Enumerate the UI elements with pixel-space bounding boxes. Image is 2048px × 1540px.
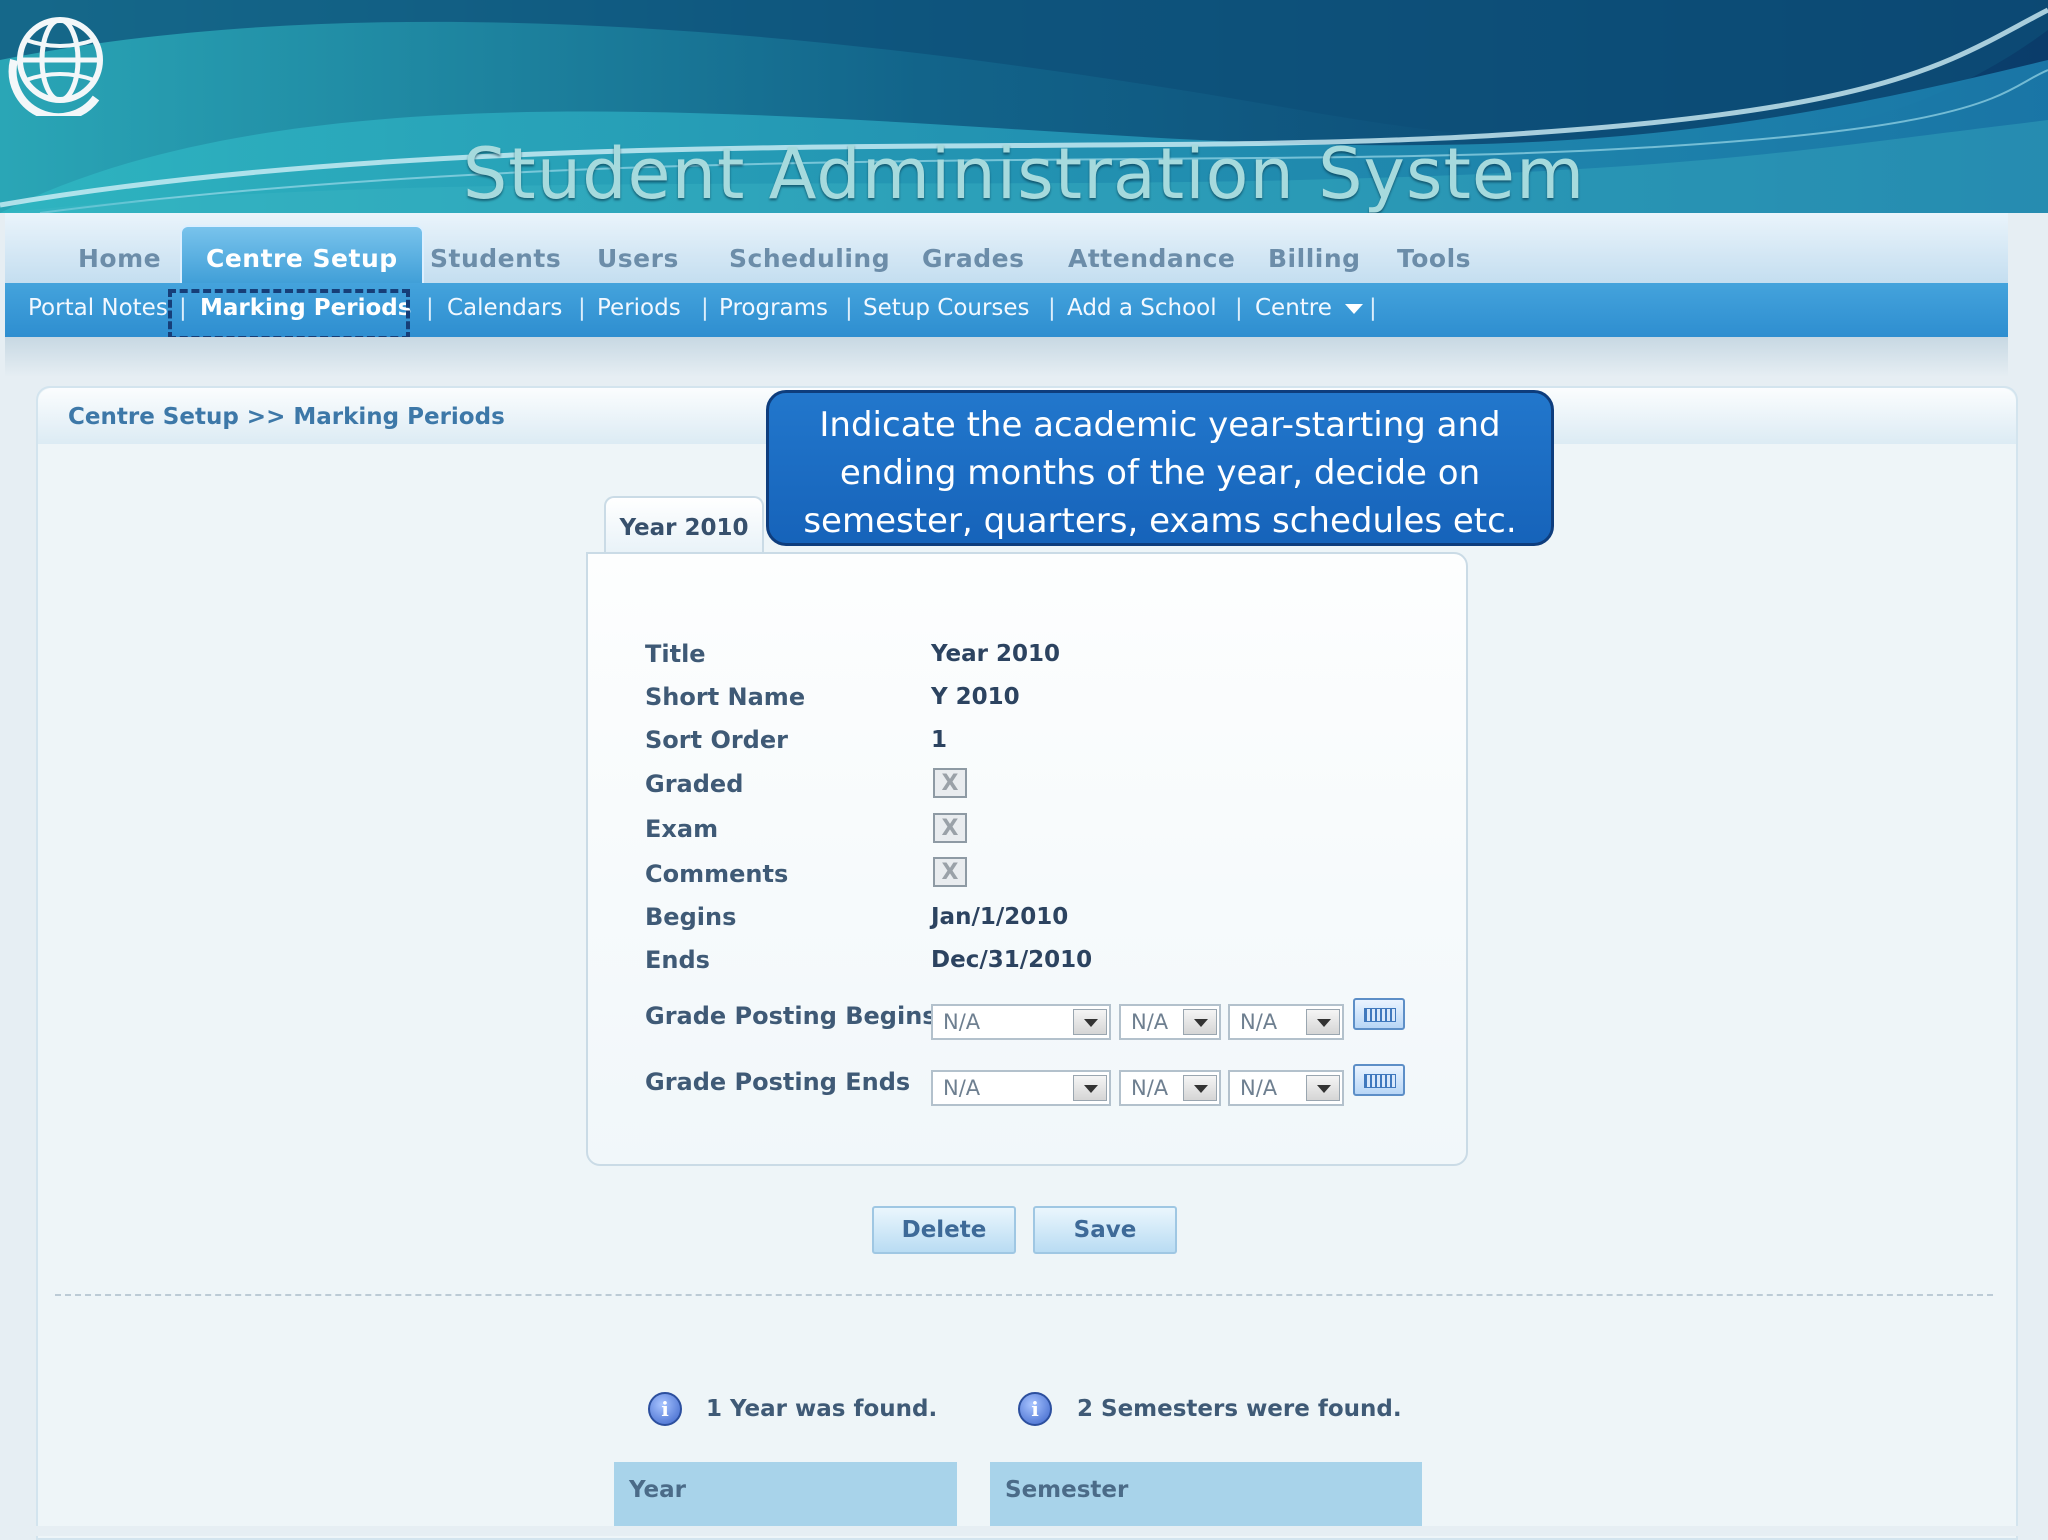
dropdown-arrow-icon	[1073, 1075, 1107, 1101]
subnav-separator: |	[578, 295, 586, 321]
grade-posting-begins-day-select[interactable]: N/A	[1119, 1004, 1221, 1040]
subnav-programs[interactable]: Programs	[719, 295, 828, 321]
semester-table-header[interactable]: Semester	[990, 1462, 1422, 1526]
tab-scheduling[interactable]: Scheduling	[729, 239, 890, 283]
subnav-separator: |	[845, 295, 853, 321]
dropdown-arrow-icon	[1183, 1075, 1217, 1101]
subnav-separator: |	[426, 295, 434, 321]
tab-billing[interactable]: Billing	[1268, 239, 1361, 283]
grade-posting-ends-day-select[interactable]: N/A	[1119, 1070, 1221, 1106]
subnav-periods[interactable]: Periods	[597, 295, 681, 321]
calendar-icon[interactable]	[1353, 1064, 1405, 1096]
begins-label: Begins	[645, 903, 737, 931]
tab-tools[interactable]: Tools	[1397, 239, 1471, 283]
tab-attendance[interactable]: Attendance	[1068, 239, 1235, 283]
title-value: Year 2010	[931, 641, 1061, 667]
grade-posting-ends-year-select[interactable]: N/A	[1228, 1070, 1344, 1106]
subnav-separator: |	[1048, 295, 1056, 321]
subnav-separator: |	[701, 295, 709, 321]
title-label: Title	[645, 640, 706, 668]
tab-centre-setup[interactable]: Centre Setup	[180, 225, 424, 285]
tab-year-2010[interactable]: Year 2010	[604, 496, 764, 554]
ends-value: Dec/31/2010	[931, 947, 1093, 973]
short-name-value: Y 2010	[931, 684, 1020, 710]
year-table-header[interactable]: Year	[614, 1462, 957, 1526]
tab-grades[interactable]: Grades	[922, 239, 1024, 283]
tab-users[interactable]: Users	[597, 239, 679, 283]
begins-value: Jan/1/2010	[931, 904, 1069, 930]
select-value: N/A	[1240, 1076, 1278, 1100]
select-value: N/A	[1131, 1076, 1169, 1100]
subnav-centre-label: Centre	[1255, 295, 1332, 321]
select-value: N/A	[1240, 1010, 1278, 1034]
exam-label: Exam	[645, 815, 719, 843]
delete-button[interactable]: Delete	[872, 1206, 1016, 1254]
subnav-separator: |	[1235, 295, 1243, 321]
select-value: N/A	[943, 1010, 981, 1034]
comments-checkbox[interactable]: X	[933, 857, 967, 887]
exam-checkbox[interactable]: X	[933, 813, 967, 843]
grade-posting-ends-month-select[interactable]: N/A	[931, 1070, 1111, 1106]
year-found-message: 1 Year was found.	[706, 1396, 938, 1422]
tab-home[interactable]: Home	[78, 239, 161, 283]
globe-logo-icon	[8, 17, 103, 116]
bottom-edge	[0, 1526, 2048, 1536]
callout-note: Indicate the academic year-starting and …	[766, 390, 1554, 546]
breadcrumb: Centre Setup >> Marking Periods	[68, 404, 505, 430]
main-nav: Home Centre Setup Students Users Schedul…	[5, 213, 2008, 285]
info-icon: i	[648, 1392, 682, 1426]
subnav-separator: |	[1369, 295, 1377, 321]
short-name-label: Short Name	[645, 683, 806, 711]
select-value: N/A	[943, 1076, 981, 1100]
app-title: Student Administration System	[462, 133, 1586, 213]
tab-students[interactable]: Students	[430, 239, 561, 283]
subnav-add-a-school[interactable]: Add a School	[1067, 295, 1217, 321]
caret-down-icon	[1345, 303, 1364, 314]
select-value: N/A	[1131, 1010, 1169, 1034]
dropdown-arrow-icon	[1306, 1075, 1340, 1101]
semesters-found-message: 2 Semesters were found.	[1077, 1396, 1402, 1422]
comments-label: Comments	[645, 860, 789, 888]
calendar-icon[interactable]	[1353, 998, 1405, 1030]
grade-posting-begins-month-select[interactable]: N/A	[931, 1004, 1111, 1040]
grade-posting-ends-label: Grade Posting Ends	[645, 1068, 911, 1096]
sort-order-label: Sort Order	[645, 726, 788, 754]
dropdown-arrow-icon	[1073, 1009, 1107, 1035]
info-icon: i	[1018, 1392, 1052, 1426]
subnav-portal-notes[interactable]: Portal Notes	[28, 295, 168, 321]
subnav-setup-courses[interactable]: Setup Courses	[863, 295, 1030, 321]
section-divider	[55, 1294, 1993, 1296]
subnav-centre-dropdown[interactable]: Centre	[1255, 295, 1364, 321]
subnav-calendars[interactable]: Calendars	[447, 295, 562, 321]
graded-checkbox[interactable]: X	[933, 768, 967, 798]
graded-label: Graded	[645, 770, 744, 798]
ends-label: Ends	[645, 946, 710, 974]
dropdown-arrow-icon	[1183, 1009, 1217, 1035]
highlight-box	[168, 289, 410, 340]
grade-posting-begins-label: Grade Posting Begins	[645, 1002, 937, 1030]
dropdown-arrow-icon	[1306, 1009, 1340, 1035]
save-button[interactable]: Save	[1033, 1206, 1177, 1254]
grade-posting-begins-year-select[interactable]: N/A	[1228, 1004, 1344, 1040]
header-banner: Student Administration System	[0, 0, 2048, 213]
nav-shadow	[5, 337, 2008, 377]
sort-order-value: 1	[931, 727, 948, 753]
